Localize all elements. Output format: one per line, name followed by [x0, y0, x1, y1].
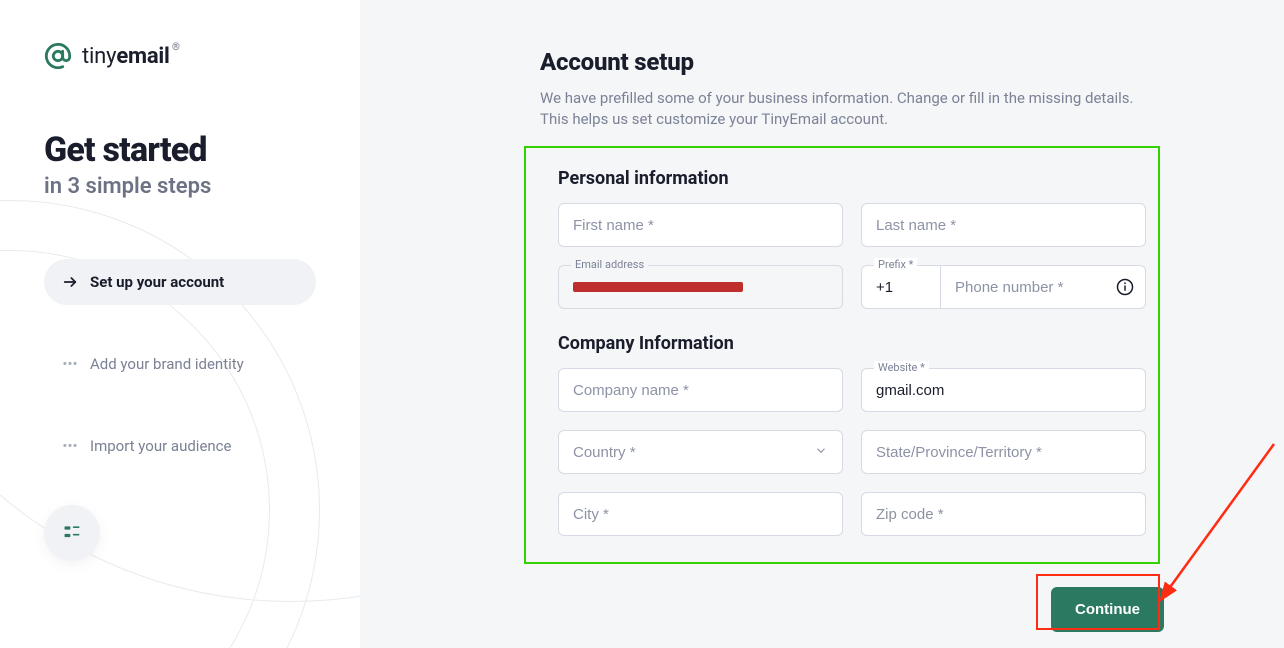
company-name-field[interactable]	[558, 368, 843, 412]
first-name-field[interactable]	[558, 203, 843, 247]
email-field: Email address	[558, 265, 843, 309]
sidebar: tinyemail ® Get started in 3 simple step…	[0, 0, 360, 648]
prefix-input[interactable]	[876, 279, 926, 296]
phone-field[interactable]	[941, 265, 1146, 309]
step-setup-account[interactable]: Set up your account	[44, 259, 316, 305]
zip-input[interactable]	[876, 506, 1131, 523]
step-brand-identity[interactable]: ••• Add your brand identity	[44, 341, 316, 387]
page-description: We have prefilled some of your business …	[540, 88, 1164, 130]
step-label: Add your brand identity	[90, 355, 244, 373]
onboarding-steps: Set up your account ••• Add your brand i…	[44, 259, 316, 469]
website-input[interactable]	[876, 382, 1131, 399]
zip-field[interactable]	[861, 492, 1146, 536]
step-label: Import your audience	[90, 437, 231, 455]
last-name-input[interactable]	[876, 217, 1131, 234]
continue-button[interactable]: Continue	[1051, 587, 1164, 632]
personal-info-heading: Personal information	[558, 168, 1146, 189]
form-builder-icon-button[interactable]	[44, 505, 100, 561]
country-field[interactable]	[558, 430, 843, 474]
main-content: Account setup We have prefilled some of …	[360, 0, 1284, 648]
country-input[interactable]	[573, 444, 828, 461]
prefix-label: Prefix *	[874, 258, 917, 272]
at-sign-icon	[44, 42, 72, 70]
email-label: Email address	[571, 258, 648, 272]
prefix-field[interactable]: Prefix *	[861, 265, 941, 309]
email-redacted-value	[573, 282, 743, 292]
sidebar-title: Get started	[44, 130, 316, 170]
ellipsis-icon: •••	[62, 437, 78, 455]
chevron-down-icon	[814, 443, 828, 462]
phone-group: Prefix *	[861, 265, 1146, 309]
form-icon	[62, 523, 82, 543]
phone-input[interactable]	[955, 279, 1105, 296]
website-label: Website *	[874, 361, 929, 375]
website-field[interactable]: Website *	[861, 368, 1146, 412]
continue-wrap: Continue	[1051, 587, 1164, 632]
sidebar-subtitle: in 3 simple steps	[44, 174, 316, 199]
ellipsis-icon: •••	[62, 355, 78, 373]
brand-name-email: email	[116, 44, 169, 69]
first-name-input[interactable]	[573, 217, 828, 234]
brand-name-tiny: tiny	[82, 44, 116, 69]
last-name-field[interactable]	[861, 203, 1146, 247]
company-name-input[interactable]	[573, 382, 828, 399]
step-label: Set up your account	[90, 273, 224, 291]
page-title: Account setup	[540, 48, 1164, 76]
brand-name: tinyemail ®	[82, 44, 170, 69]
registered-mark: ®	[172, 42, 180, 53]
company-info-heading: Company Information	[558, 333, 1146, 354]
step-import-audience[interactable]: ••• Import your audience	[44, 423, 316, 469]
city-field[interactable]	[558, 492, 843, 536]
brand-logo: tinyemail ®	[44, 42, 316, 70]
info-icon[interactable]	[1115, 277, 1135, 297]
state-field[interactable]	[861, 430, 1146, 474]
city-input[interactable]	[573, 506, 828, 523]
account-setup-form: Personal information Email address Prefi…	[540, 152, 1164, 572]
get-started-heading: Get started in 3 simple steps	[44, 130, 316, 199]
state-input[interactable]	[876, 444, 1131, 461]
arrow-right-icon	[62, 274, 78, 290]
